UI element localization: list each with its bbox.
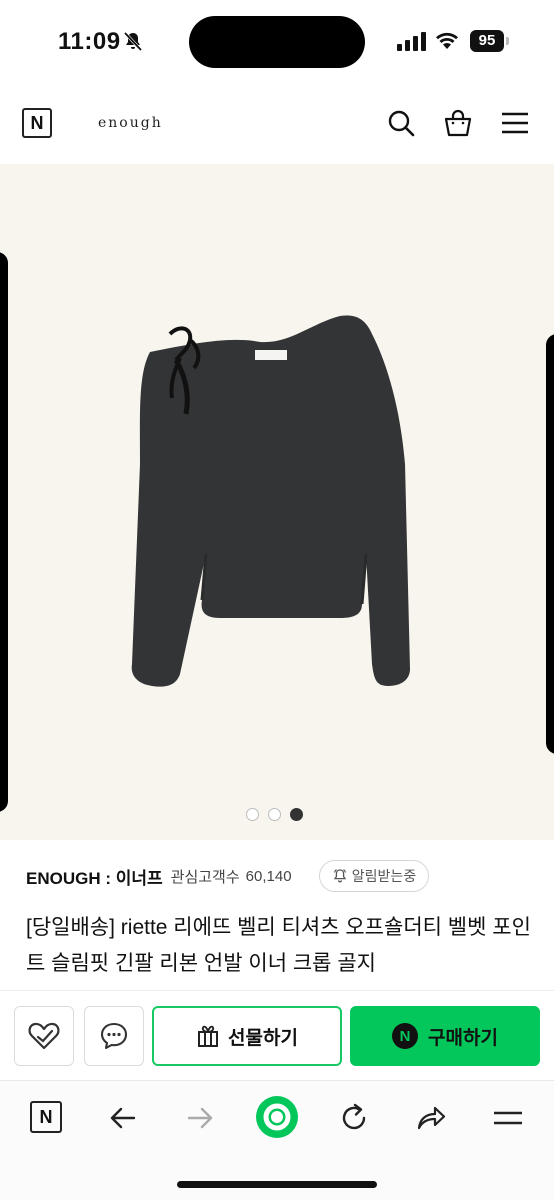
chat-bubble-icon <box>100 1022 128 1050</box>
store-brand-logo[interactable]: enough <box>98 115 163 131</box>
buy-button[interactable]: N 구매하기 <box>350 1006 540 1066</box>
favorites-count: 60,140 <box>245 868 292 885</box>
battery-level: 95 <box>470 30 504 52</box>
status-time: 11:09 <box>58 28 121 55</box>
naver-home-button[interactable]: N <box>30 1101 62 1133</box>
menu-icon[interactable] <box>491 1101 525 1135</box>
bell-off-icon <box>123 31 143 52</box>
shopping-bag-icon[interactable] <box>443 108 473 138</box>
product-info: ENOUGH : 이너프 관심고객수 60,140 알림받는중 [당일배송] r… <box>0 840 554 992</box>
product-photo-offshoulder-tee <box>131 315 411 687</box>
share-icon[interactable] <box>414 1101 448 1135</box>
home-indicator <box>177 1181 377 1188</box>
search-icon[interactable] <box>386 108 416 138</box>
gift-label: 선물하기 <box>228 1027 298 1049</box>
product-title: [당일배송] riette 리에뜨 벨리 티셔츠 오프숄더티 벨벳 포인트 슬림… <box>26 916 531 975</box>
purchase-action-bar: 선물하기 N 구매하기 <box>0 990 554 1080</box>
status-bar: 11:09 95 <box>0 0 554 84</box>
refresh-icon[interactable] <box>337 1101 371 1135</box>
gallery-edge-left <box>0 252 8 812</box>
talk-inquiry-button[interactable] <box>84 1006 144 1066</box>
pagination-dot-active[interactable] <box>290 808 303 821</box>
gallery-pagination <box>246 808 303 821</box>
bell-icon <box>333 869 347 883</box>
notification-label: 알림받는중 <box>351 868 417 884</box>
wishlist-button[interactable] <box>14 1006 74 1066</box>
gallery-edge-right <box>546 334 554 754</box>
green-dot-icon[interactable] <box>255 1095 299 1139</box>
store-name-link[interactable]: ENOUGH : 이너프 <box>26 864 163 889</box>
buy-label: 구매하기 <box>428 1027 498 1049</box>
browser-toolbar: N <box>0 1080 554 1200</box>
gift-icon <box>198 1025 219 1047</box>
wifi-icon <box>436 32 458 49</box>
menu-icon[interactable] <box>500 108 530 138</box>
back-arrow-icon[interactable] <box>106 1101 140 1135</box>
naver-logo-button[interactable]: N <box>22 108 52 138</box>
app-header: N enough <box>0 84 554 164</box>
pagination-dot[interactable] <box>268 808 281 821</box>
notification-subscribe-button[interactable]: 알림받는중 <box>319 860 429 892</box>
favorites-label: 관심고객수 <box>170 869 240 886</box>
forward-arrow-icon[interactable] <box>183 1101 217 1135</box>
pagination-dot[interactable] <box>246 808 259 821</box>
product-image-gallery[interactable] <box>0 164 554 840</box>
naver-pay-icon: N <box>392 1023 419 1049</box>
heart-check-icon <box>28 1022 60 1050</box>
dynamic-island <box>189 16 365 68</box>
gift-button[interactable]: 선물하기 <box>152 1006 342 1066</box>
store-row: ENOUGH : 이너프 관심고객수 60,140 <box>26 864 292 889</box>
battery-cap <box>506 37 509 45</box>
cellular-signal-icon <box>397 32 426 51</box>
